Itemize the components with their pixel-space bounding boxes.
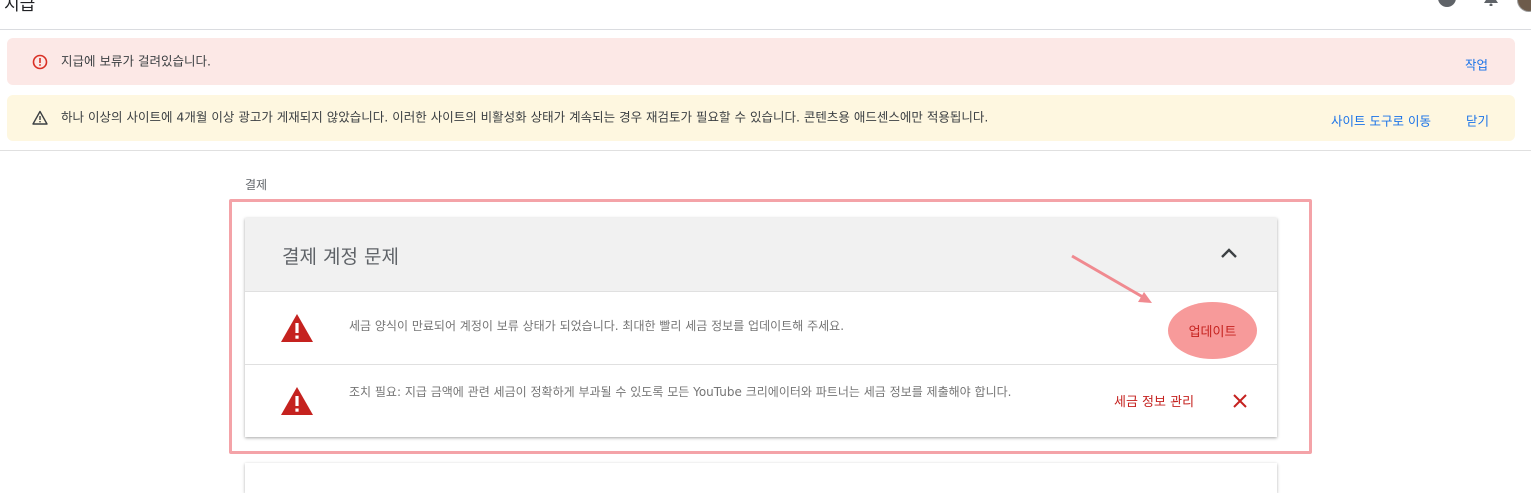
breadcrumb: 결제 bbox=[245, 178, 268, 192]
warning-banner-text: 하나 이상의 사이트에 4개월 이상 광고가 게재되지 않았습니다. 이러한 사… bbox=[61, 109, 989, 125]
site-tool-link[interactable]: 사이트 도구로 이동 bbox=[1331, 110, 1431, 129]
help-icon[interactable] bbox=[1437, 0, 1457, 8]
top-bar: 지급 bbox=[0, 0, 1531, 30]
warning-banner: 하나 이상의 사이트에 4개월 이상 광고가 게재되지 않았습니다. 이러한 사… bbox=[7, 95, 1515, 141]
next-card bbox=[245, 463, 1277, 493]
highlight-annotation bbox=[229, 199, 1312, 454]
divider bbox=[0, 150, 1531, 151]
arrow-annotation bbox=[1071, 254, 1152, 303]
avatar[interactable] bbox=[1517, 0, 1531, 12]
page-title: 지급 bbox=[4, 0, 36, 15]
error-banner: 지급에 보류가 걸려있습니다. 작업 bbox=[7, 38, 1515, 85]
error-banner-text: 지급에 보류가 걸려있습니다. bbox=[61, 53, 211, 69]
error-action-link[interactable]: 작업 bbox=[1465, 54, 1488, 73]
close-banner-link[interactable]: 닫기 bbox=[1466, 110, 1489, 129]
warning-icon bbox=[32, 110, 48, 125]
error-icon bbox=[32, 54, 48, 69]
bell-icon[interactable] bbox=[1481, 0, 1501, 6]
